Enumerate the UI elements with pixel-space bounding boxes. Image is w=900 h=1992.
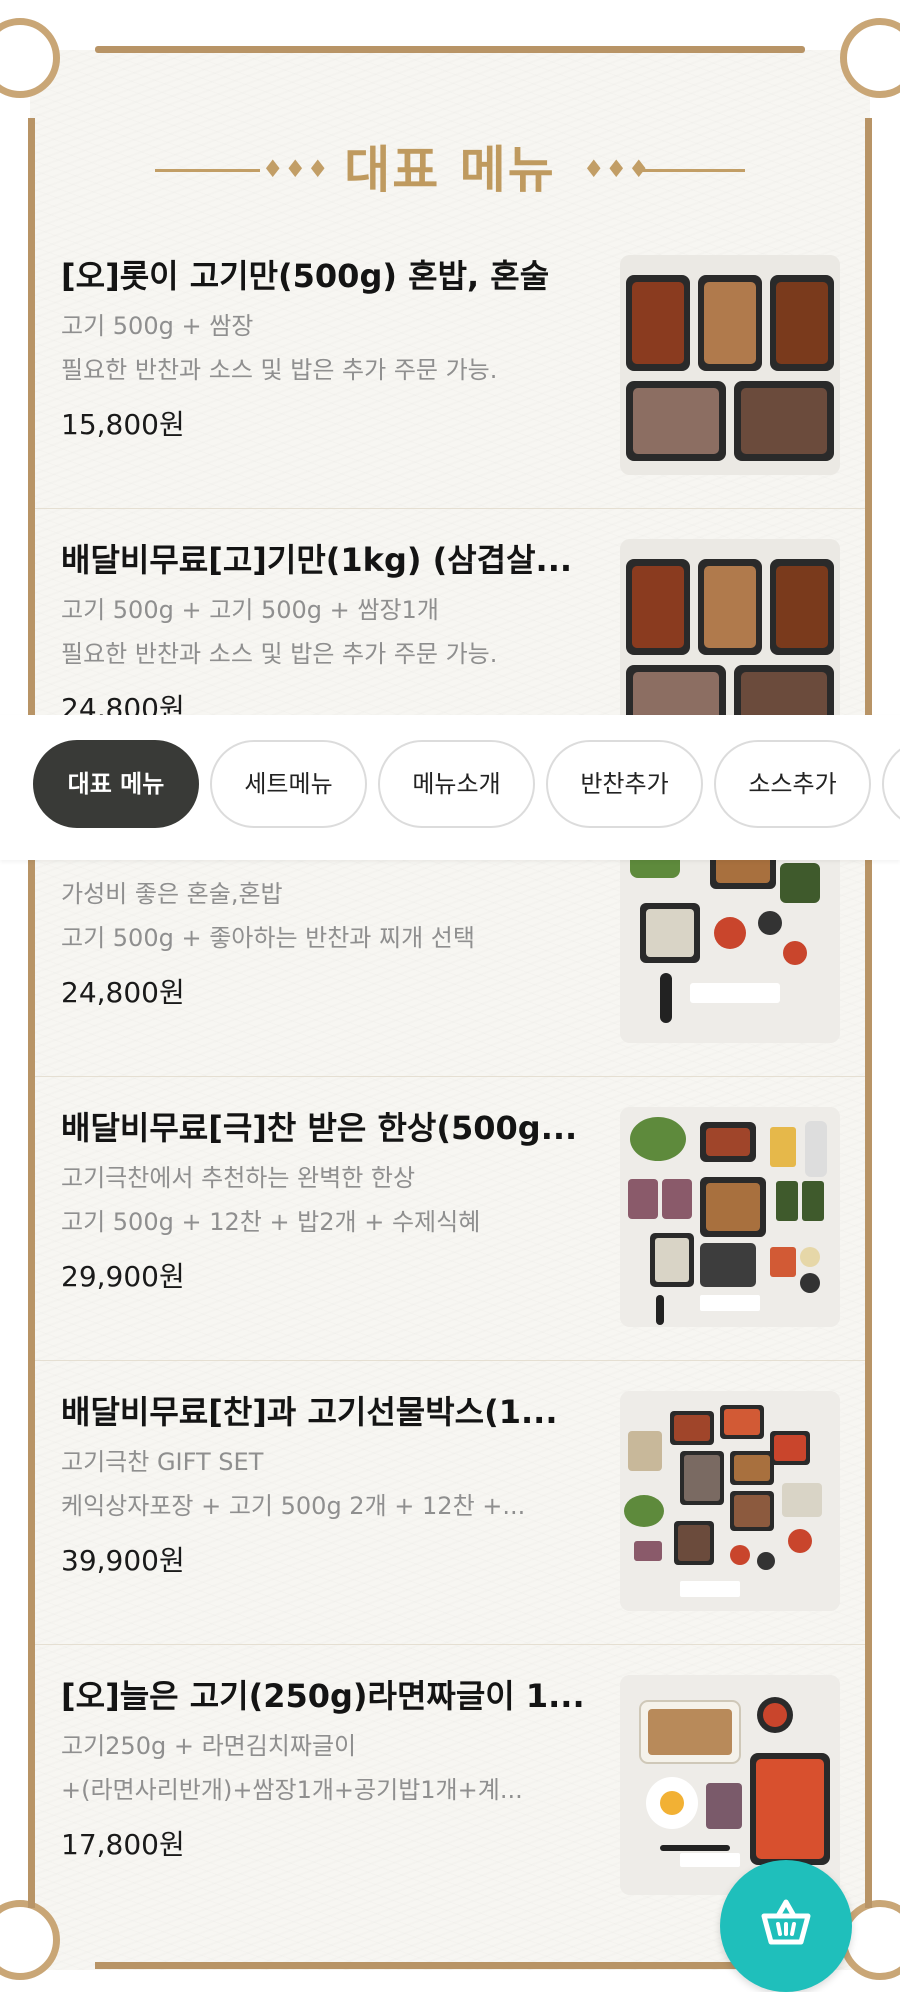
menu-item-description: 필요한 반찬과 소스 및 밥은 추가 주문 가능. <box>61 356 498 384</box>
menu-item-description: 고기 500g + 좋아하는 반찬과 찌개 선택 <box>61 924 475 952</box>
menu-item-description: 고기극찬에서 추천하는 완벽한 한상 <box>61 1164 416 1192</box>
menu-item-description: 고기 500g + 12찬 + 밥2개 + 수제식혜 <box>61 1208 481 1236</box>
tab-overflow[interactable] <box>882 740 900 828</box>
menu-item[interactable]: [오]롯이 고기만(500g) 혼밥, 혼술 고기 500g + 쌈장 필요한 … <box>35 225 865 509</box>
tab-add-side-dish[interactable]: 반찬추가 <box>546 740 703 828</box>
menu-item-description: 고기 500g + 고기 500g + 쌈장1개 <box>61 596 439 624</box>
category-tab-bar: 대표 메뉴 세트메뉴 메뉴소개 반찬추가 소스추가 <box>0 715 900 860</box>
menu-item-name: 배달비무료[찬]과 고기선물박스(1... <box>61 1393 558 1431</box>
frame-border-left <box>28 118 35 1908</box>
menu-item-photo <box>620 1675 840 1895</box>
menu-item-description: 필요한 반찬과 소스 및 밥은 추가 주문 가능. <box>61 640 498 668</box>
menu-item[interactable]: 배달비무료[극]찬 받은 한상(500g... 고기극찬에서 추천하는 완벽한 … <box>35 1077 865 1361</box>
menu-item-description: 가성비 좋은 혼술,혼밥 <box>61 880 283 908</box>
menu-item-photo <box>620 1391 840 1611</box>
frame-border-top <box>95 46 805 53</box>
menu-item-price: 17,800원 <box>61 1828 185 1861</box>
menu-item-price: 24,800원 <box>61 976 185 1009</box>
tab-set-menu[interactable]: 세트메뉴 <box>210 740 367 828</box>
cart-button[interactable] <box>720 1860 852 1992</box>
menu-item-description: 고기극찬 GIFT SET <box>61 1448 264 1476</box>
section-title: 대표 메뉴 <box>344 141 556 199</box>
tab-menu-intro[interactable]: 메뉴소개 <box>378 740 535 828</box>
menu-item-price: 15,800원 <box>61 408 185 441</box>
section-heading: ♦♦♦ 대표 메뉴 ♦♦♦ <box>0 135 900 205</box>
frame-border-bottom <box>95 1962 805 1969</box>
menu-item-photo <box>620 1107 840 1327</box>
menu-item-name: [오]롯이 고기만(500g) 혼밥, 혼술 <box>61 257 550 295</box>
menu-item-description: 고기250g + 라면김치짜글이 <box>61 1732 357 1760</box>
menu-item-description: 케익상자포장 + 고기 500g 2개 + 12찬 +... <box>61 1492 526 1520</box>
tab-add-sauce[interactable]: 소스추가 <box>714 740 871 828</box>
shopping-basket-icon <box>761 1899 811 1945</box>
menu-item-photo <box>620 255 840 475</box>
menu-item-price: 39,900원 <box>61 1544 185 1577</box>
menu-item-description: 고기 500g + 쌈장 <box>61 312 254 340</box>
menu-item-name: [오]늘은 고기(250g)라면짜글이 1... <box>61 1677 585 1715</box>
menu-item-name: 배달비무료[고]기만(1kg) (삼겹살... <box>61 541 573 579</box>
menu-item-description: +(라면사리반개)+쌈장1개+공기밥1개+계... <box>61 1776 523 1804</box>
menu-item-price: 29,900원 <box>61 1260 185 1293</box>
menu-item-name: 배달비무료[극]찬 받은 한상(500g... <box>61 1109 578 1147</box>
frame-border-right <box>865 118 872 1908</box>
tab-featured-menu[interactable]: 대표 메뉴 <box>33 740 199 828</box>
menu-item[interactable]: 배달비무료[찬]과 고기선물박스(1... 고기극찬 GIFT SET 케익상자… <box>35 1361 865 1645</box>
heading-rule-right <box>640 169 745 172</box>
